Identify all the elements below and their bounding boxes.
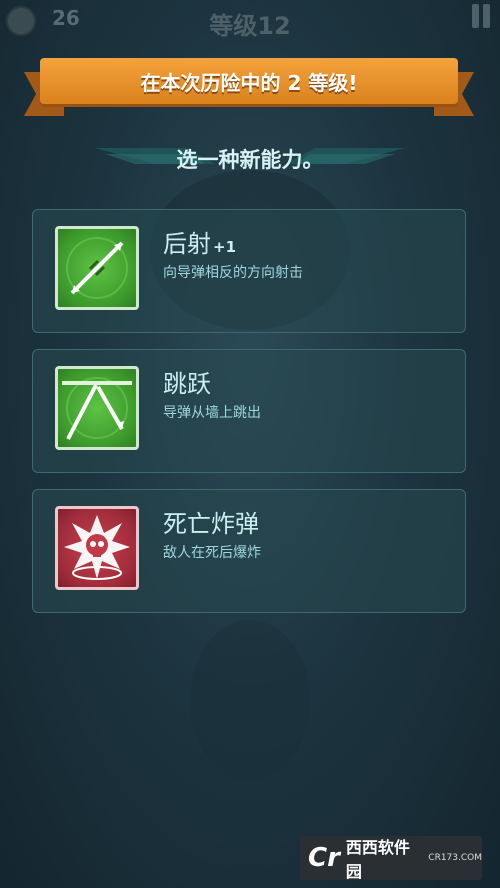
- wall-bounce-icon: [55, 366, 139, 450]
- ability-name: 后射 +1: [163, 224, 236, 259]
- skull-explosion-icon: [55, 506, 139, 590]
- ability-name: 跳跃: [163, 370, 211, 398]
- ability-bonus: +1: [213, 238, 237, 256]
- ability-card-death-bomb[interactable]: 死亡炸弹 敌人在死后爆炸: [32, 489, 466, 613]
- ability-description: 向导弹相反的方向射击: [163, 265, 303, 281]
- ability-description: 敌人在死后爆炸: [163, 545, 261, 561]
- ability-card-back-shot[interactable]: 后射 +1 向导弹相反的方向射击: [32, 209, 466, 333]
- twin-missiles-icon: [55, 226, 139, 310]
- ability-description: 导弹从墙上跳出: [163, 405, 261, 421]
- banner-ribbon: 在本次历险中的 2 等级!: [40, 58, 458, 104]
- ability-name: 死亡炸弹: [163, 510, 259, 538]
- ability-card-bounce[interactable]: 跳跃 导弹从墙上跳出: [32, 349, 466, 473]
- background-joystick: [190, 620, 310, 780]
- watermark-logo: Cr: [308, 843, 340, 873]
- watermark-site-name: 西西软件园: [345, 838, 410, 881]
- choose-ability-prompt: 选一种新能力。: [176, 148, 324, 172]
- site-watermark: Cr 西西软件园 CR173.COM: [300, 836, 482, 881]
- level-up-banner: 在本次历险中的 2 等级!: [24, 58, 474, 116]
- watermark-url: CR173.COM: [428, 853, 482, 863]
- top-bar: 26 等级12: [0, 0, 500, 44]
- banner-text: 在本次历险中的 2 等级!: [140, 70, 358, 95]
- level-title: 等级12: [209, 12, 291, 40]
- ability-name-text: 后射: [163, 230, 211, 258]
- pause-icon[interactable]: [470, 4, 492, 30]
